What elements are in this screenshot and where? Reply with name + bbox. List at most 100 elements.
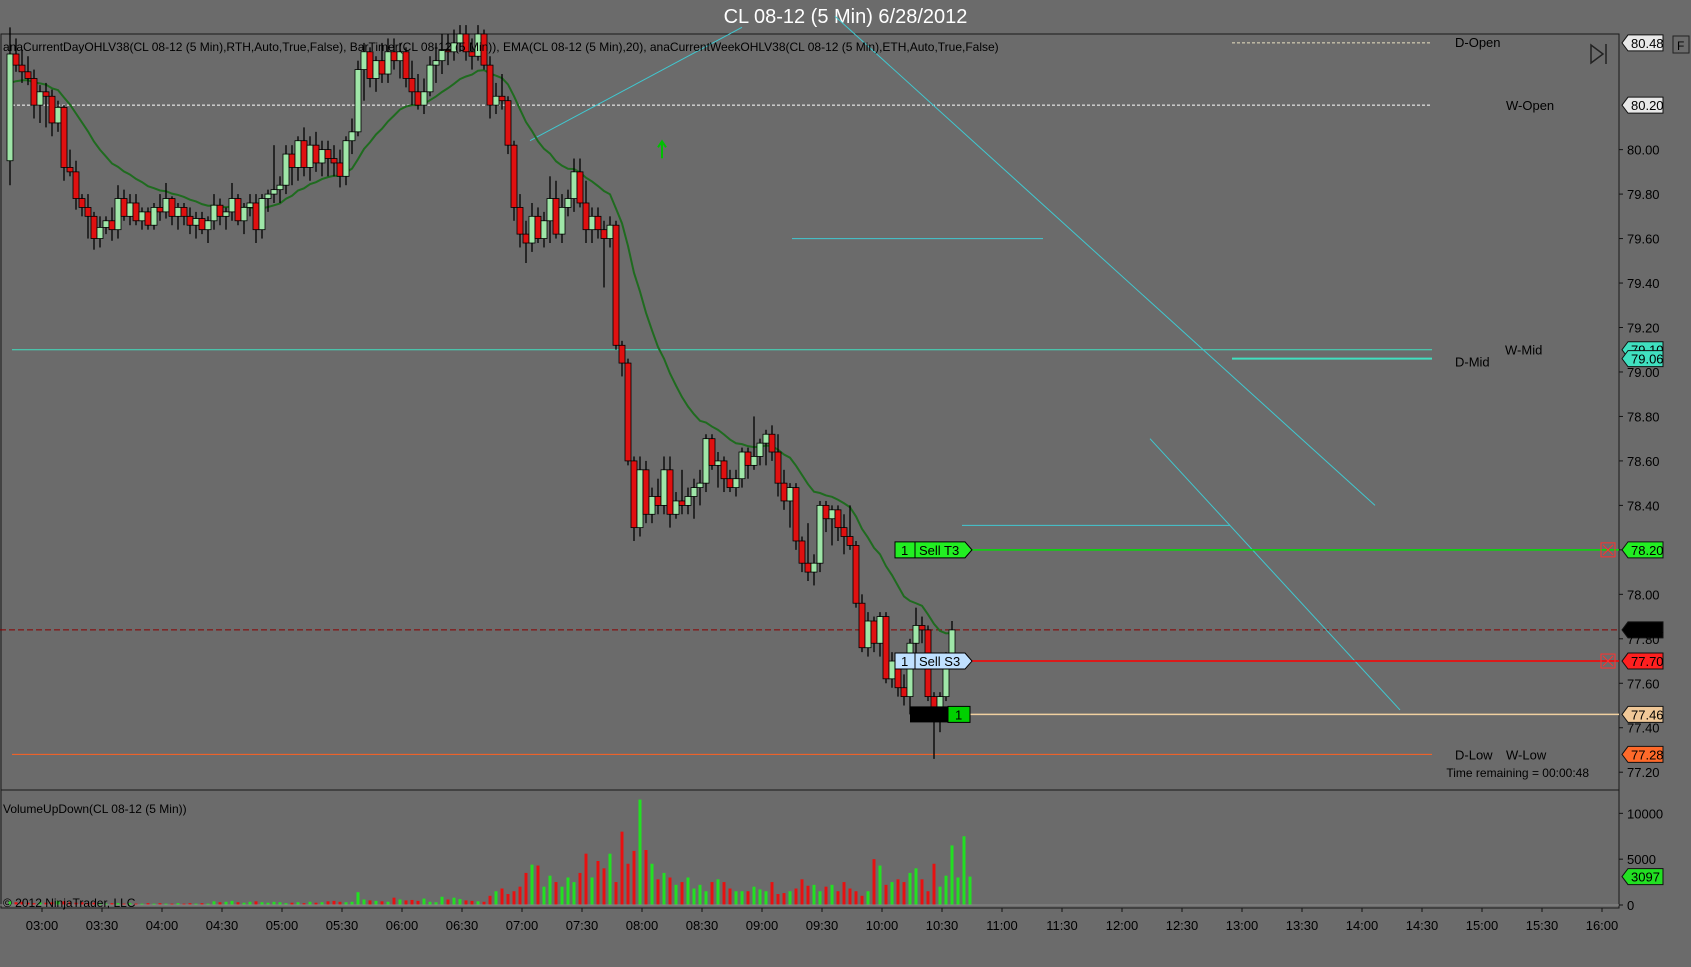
levels-layer: D-Open80.48W-Open80.20W-Mid79.10D-Mid79.… (0, 15, 1664, 763)
volume-bar (614, 882, 618, 905)
volume-bar (464, 900, 468, 905)
candle-body (54, 106, 62, 124)
volume-tick-label: 5000 (1627, 852, 1656, 867)
volume-bar (608, 853, 612, 905)
price-format-box[interactable]: F (1672, 35, 1690, 54)
candle-body (414, 91, 422, 106)
candle-body (882, 616, 890, 680)
time-tick-label: 14:00 (1346, 918, 1379, 933)
volume-bar (752, 886, 756, 905)
volume-bar (572, 882, 576, 905)
orders-layer[interactable]: 1 Sell T3 78.20 1 Sell S3 77.70 0.38 1 77.46 (894, 541, 1664, 723)
position-marker[interactable]: 0.38 1 (910, 705, 971, 723)
candle-body (318, 149, 326, 164)
candle-body (594, 215, 602, 231)
candle-body (324, 149, 332, 159)
volume-bar (872, 859, 876, 905)
candle-body (60, 106, 68, 168)
volume-bar (596, 861, 600, 905)
volume-bar (470, 900, 474, 905)
volume-bar (896, 879, 900, 905)
volume-bar (452, 897, 456, 905)
volume-bar (620, 831, 624, 905)
price-tick-label: 79.20 (1627, 321, 1660, 336)
volume-bar (446, 899, 450, 905)
volume-bar (488, 895, 492, 905)
ema-layer (9, 69, 953, 635)
time-tick-label: 06:30 (446, 918, 479, 933)
candle-body (642, 469, 650, 515)
price-tick-label: 78.60 (1627, 454, 1660, 469)
volume-bar (776, 894, 780, 905)
volume-bar (524, 872, 528, 905)
candle-body (138, 211, 146, 222)
position-qty-text: 1 (955, 707, 962, 722)
volume-bar (824, 886, 828, 905)
time-tick-label: 10:00 (866, 918, 899, 933)
candle-body (672, 500, 680, 515)
candle-body (228, 198, 236, 213)
candle-body (690, 487, 698, 497)
price-panel-frame (0, 33, 1620, 791)
candle-body (90, 215, 98, 239)
volume-bar (650, 863, 654, 905)
candle-body (702, 438, 710, 484)
candle-body (132, 202, 140, 222)
volume-bar (866, 891, 870, 905)
volume-bar (944, 875, 948, 905)
volume-bar (920, 879, 924, 905)
volume-bar (536, 865, 540, 905)
candle-body (528, 215, 536, 244)
candle-body (606, 224, 614, 239)
candle-body (864, 620, 872, 649)
volume-bar (968, 876, 972, 905)
candle-body (72, 171, 80, 199)
order-marker-sell-t3[interactable]: 1 Sell T3 (894, 541, 973, 559)
candle-body (294, 140, 302, 168)
volume-bar (812, 884, 816, 905)
candle-body (588, 215, 596, 231)
candle-body (762, 433, 770, 444)
volume-bar (416, 900, 420, 905)
volume-bar (212, 901, 216, 905)
chart-canvas[interactable]: D-Open80.48W-Open80.20W-Mid79.10D-Mid79.… (0, 0, 1691, 967)
volume-bar (878, 865, 882, 905)
candle-body (870, 620, 878, 644)
volume-bar (554, 882, 558, 905)
candle-body (84, 207, 92, 217)
candle-body (630, 460, 638, 529)
volume-bar (926, 891, 930, 905)
volume-bar (728, 888, 732, 905)
price-tag-position-text: 77.46 (1631, 707, 1664, 722)
scroll-to-end-icon[interactable] (1590, 43, 1607, 65)
volume-bar (734, 891, 738, 905)
candle-body (96, 227, 104, 239)
order-marker-sell-s3[interactable]: 1 Sell S3 (894, 652, 973, 670)
candle-body (912, 625, 920, 644)
candle-body (246, 202, 254, 208)
time-tick-label: 14:30 (1406, 918, 1439, 933)
candle-body (150, 207, 158, 226)
candle-body (786, 487, 794, 502)
candle-body (564, 198, 572, 208)
candle-body (522, 233, 530, 244)
price-tag-low: 77.28 (1621, 745, 1664, 763)
volume-bar (380, 901, 384, 905)
time-tick-label: 05:30 (326, 918, 359, 933)
volume-bar (902, 882, 906, 905)
volume-bar (956, 877, 960, 905)
candle-body (546, 198, 554, 222)
volume-bar (782, 893, 786, 905)
candle-body (774, 451, 782, 484)
time-tick-label: 07:30 (566, 918, 599, 933)
volume-bar (674, 884, 678, 905)
candle-body (858, 602, 866, 649)
time-tick-label: 10:30 (926, 918, 959, 933)
price-tick-label: 77.20 (1627, 765, 1660, 780)
price-tick-label: 77.40 (1627, 721, 1660, 736)
candle-body (330, 158, 338, 164)
volume-bar (638, 799, 642, 905)
candle-body (540, 220, 548, 239)
volume-bar (560, 886, 564, 905)
volume-bar (500, 888, 504, 905)
